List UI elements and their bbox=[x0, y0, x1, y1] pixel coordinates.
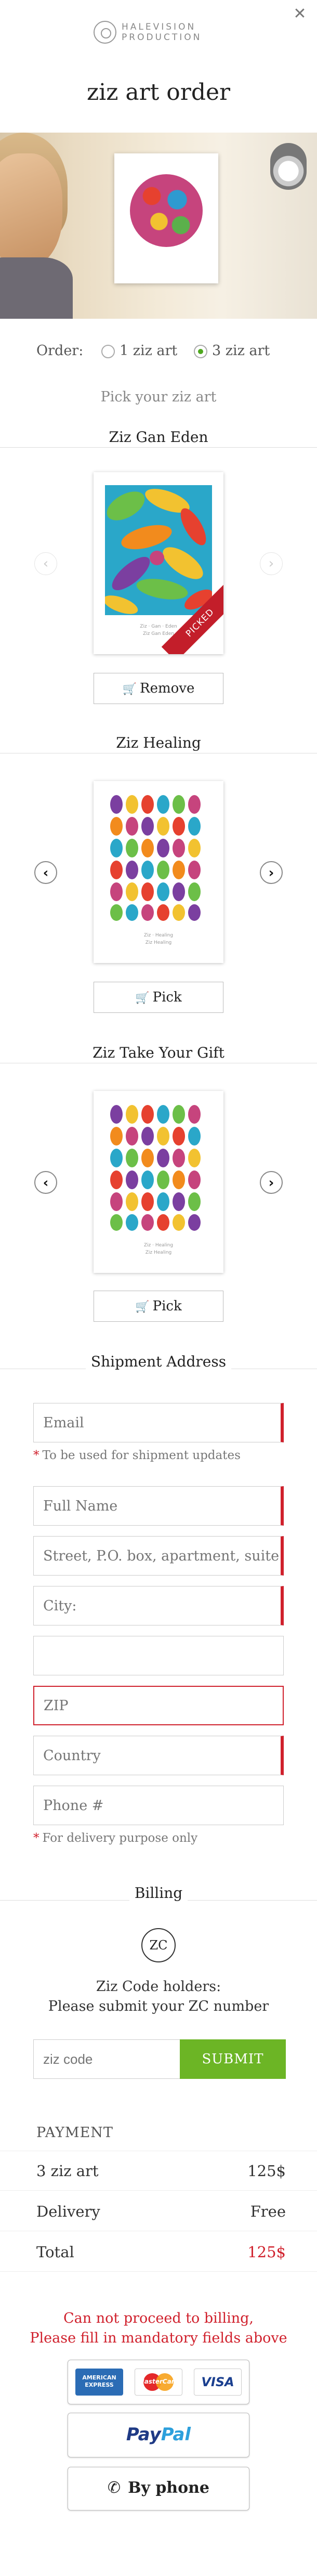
logo: HALEVISION PRODUCTION bbox=[94, 19, 223, 50]
remove-button[interactable]: 🛒 Remove bbox=[94, 673, 223, 704]
submit-button[interactable]: SUBMIT bbox=[180, 2039, 286, 2079]
order-row-label: 3 ziz art bbox=[36, 2162, 99, 2180]
next-arrow-icon[interactable]: › bbox=[260, 552, 283, 575]
prev-arrow-icon[interactable]: ‹ bbox=[34, 1171, 57, 1194]
art-title-1: Ziz Gan Eden bbox=[0, 428, 317, 446]
framed-art bbox=[114, 153, 218, 283]
art-title-3: Ziz Take Your Gift bbox=[0, 1044, 317, 1061]
paypal-logo-part-1: Pay bbox=[126, 2424, 161, 2445]
radio-3-ziz-art[interactable] bbox=[194, 345, 207, 358]
email-field[interactable] bbox=[33, 1403, 284, 1442]
next-arrow-icon[interactable]: › bbox=[260, 861, 283, 884]
art-caption-3b: Ziz Healing bbox=[145, 1250, 172, 1255]
total-row-label: Total bbox=[36, 2243, 74, 2261]
zip-field[interactable] bbox=[33, 1686, 284, 1725]
country-field[interactable] bbox=[33, 1736, 284, 1775]
prev-arrow-icon[interactable]: ‹ bbox=[34, 552, 57, 575]
art-card-1[interactable]: Ziz · Gan · Eden Ziz Gan Eden PICKED bbox=[94, 472, 223, 654]
radio-1-label[interactable]: 1 ziz art bbox=[120, 343, 177, 359]
total-row-value: 125$ bbox=[247, 2243, 286, 2261]
zc-line-1: Ziz Code holders: bbox=[96, 1979, 221, 1995]
art-image-healing bbox=[105, 794, 212, 924]
billing-error-message: Can not proceed to billing, Please fill … bbox=[30, 2310, 287, 2346]
payment-heading: PAYMENT bbox=[36, 2125, 113, 2141]
radio-1-ziz-art[interactable] bbox=[101, 345, 115, 358]
by-phone-button[interactable]: ✆ By phone bbox=[68, 2467, 249, 2510]
full-name-field[interactable] bbox=[33, 1486, 284, 1526]
zc-badge-icon: ZC bbox=[141, 1928, 176, 1962]
delivery-row-value: Free bbox=[250, 2203, 286, 2220]
pick-button-take-your-gift[interactable]: 🛒 Pick bbox=[94, 1291, 223, 1322]
page-title: ziz art order bbox=[86, 79, 231, 106]
cart-icon: 🛒 bbox=[135, 1300, 150, 1313]
art-card-3[interactable]: Ziz · Healing Ziz Healing bbox=[94, 1091, 223, 1273]
prev-arrow-icon[interactable]: ‹ bbox=[34, 861, 57, 884]
art-caption-3a: Ziz · Healing bbox=[143, 1243, 174, 1248]
order-row: 3 ziz art 125$ bbox=[36, 2162, 286, 2180]
zc-line-2: Please submit your ZC number bbox=[48, 1998, 269, 2014]
art-image-take-your-gift bbox=[105, 1104, 212, 1234]
divider bbox=[0, 447, 317, 448]
street-field[interactable] bbox=[33, 1536, 284, 1576]
order-label: Order: bbox=[36, 343, 84, 359]
lamp bbox=[270, 143, 307, 190]
paypal-button[interactable]: PayPal bbox=[68, 2413, 249, 2457]
visa-icon: VISA bbox=[194, 2369, 242, 2396]
close-icon[interactable]: ✕ bbox=[292, 6, 308, 22]
pick-prompt: Pick your ziz art bbox=[100, 389, 217, 405]
logo-line-2: PRODUCTION bbox=[122, 32, 202, 43]
cart-icon: 🛒 bbox=[135, 992, 150, 1005]
art-image-gan-eden bbox=[105, 485, 212, 615]
radio-3-label[interactable]: 3 ziz art bbox=[212, 343, 270, 359]
email-note: * To be used for shipment updates bbox=[33, 1449, 241, 1462]
art-caption-2a: Ziz · Healing bbox=[143, 933, 174, 938]
logo-line-1: HALEVISION bbox=[122, 22, 196, 32]
delivery-row: Delivery Free bbox=[36, 2203, 286, 2220]
hero-image bbox=[0, 133, 317, 319]
billing-title: Billing bbox=[0, 1884, 317, 1902]
credit-card-button[interactable]: AMERICAN EXPRESS MasterCard VISA bbox=[68, 2360, 249, 2404]
next-arrow-icon[interactable]: › bbox=[260, 1171, 283, 1194]
logo-mark-icon bbox=[94, 21, 116, 44]
art-caption-2b: Ziz Healing bbox=[145, 940, 172, 945]
mastercard-icon: MasterCard bbox=[135, 2369, 182, 2396]
order-selector: Order: 1 ziz art 3 ziz art bbox=[0, 341, 317, 361]
phone-field[interactable] bbox=[33, 1786, 284, 1825]
amex-icon: AMERICAN EXPRESS bbox=[75, 2369, 123, 2396]
order-row-value: 125$ bbox=[247, 2162, 286, 2180]
ziz-code-input[interactable] bbox=[33, 2039, 180, 2079]
delivery-row-label: Delivery bbox=[36, 2203, 100, 2220]
phone-note: * For delivery purpose only bbox=[33, 1831, 198, 1845]
city-field[interactable] bbox=[33, 1586, 284, 1625]
cart-remove-icon: 🛒 bbox=[122, 683, 137, 696]
art-card-2[interactable]: Ziz · Healing Ziz Healing bbox=[94, 781, 223, 963]
paypal-logo-part-2: Pal bbox=[161, 2424, 191, 2445]
phone-icon: ✆ bbox=[107, 2479, 121, 2497]
shipment-title: Shipment Address bbox=[0, 1353, 317, 1370]
address-extra-field[interactable] bbox=[33, 1636, 284, 1675]
art-title-2: Ziz Healing bbox=[0, 734, 317, 751]
pick-button-healing[interactable]: 🛒 Pick bbox=[94, 982, 223, 1013]
total-row: Total 125$ bbox=[36, 2243, 286, 2261]
